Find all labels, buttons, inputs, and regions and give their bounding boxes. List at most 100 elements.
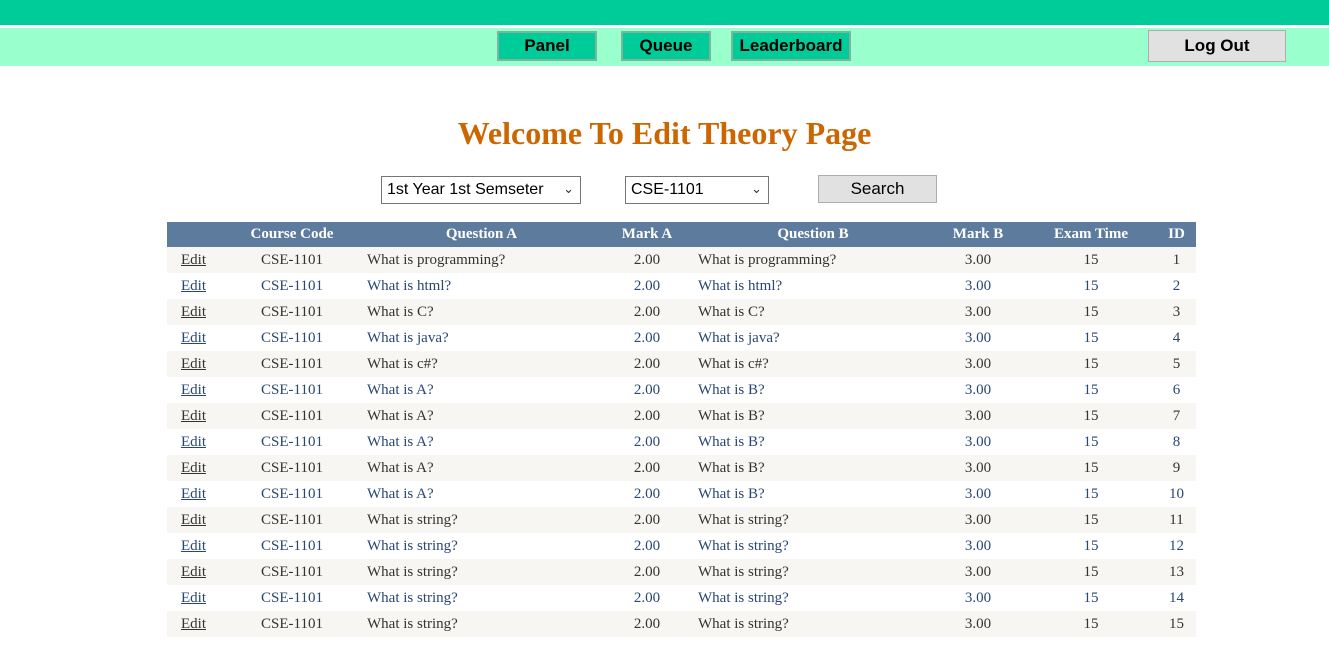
edit-link[interactable]: Edit — [181, 434, 206, 450]
id-cell: 6 — [1157, 377, 1196, 403]
course-code-cell: CSE-1101 — [220, 507, 364, 533]
mark-b-cell: 3.00 — [931, 247, 1025, 273]
mark-a-cell: 2.00 — [599, 351, 695, 377]
mark-b-cell: 3.00 — [931, 585, 1025, 611]
mark-a-cell: 2.00 — [599, 325, 695, 351]
edit-cell: Edit — [167, 429, 220, 455]
table-row: Edit CSE-1101 What is A? 2.00 What is B? 3.00… — [167, 377, 1196, 403]
exam-time-cell: 15 — [1025, 481, 1157, 507]
course-select-value: CSE-1101 — [631, 181, 704, 198]
exam-time-cell: 15 — [1025, 377, 1157, 403]
mark-a-cell: 2.00 — [599, 611, 695, 637]
edit-cell: Edit — [167, 273, 220, 299]
question-b-cell: What is string? — [695, 611, 931, 637]
mark-a-cell: 2.00 — [599, 299, 695, 325]
edit-link[interactable]: Edit — [181, 252, 206, 268]
course-code-cell: CSE-1101 — [220, 429, 364, 455]
queue-button[interactable]: Queue — [621, 31, 711, 61]
table-row: Edit CSE-1101 What is A? 2.00 What is B? 3.00… — [167, 481, 1196, 507]
question-a-cell: What is html? — [364, 273, 599, 299]
edit-link[interactable]: Edit — [181, 278, 206, 294]
course-code-cell: CSE-1101 — [220, 611, 364, 637]
search-button[interactable]: Search — [818, 175, 937, 203]
question-a-cell: What is programming? — [364, 247, 599, 273]
question-a-cell: What is A? — [364, 481, 599, 507]
exam-time-cell: 15 — [1025, 325, 1157, 351]
id-cell: 11 — [1157, 507, 1196, 533]
edit-link[interactable]: Edit — [181, 538, 206, 554]
question-b-cell: What is string? — [695, 585, 931, 611]
table-row: Edit CSE-1101 What is string? 2.00 What is s… — [167, 507, 1196, 533]
edit-cell: Edit — [167, 559, 220, 585]
exam-time-cell: 15 — [1025, 559, 1157, 585]
mark-a-cell: 2.00 — [599, 481, 695, 507]
question-a-cell: What is A? — [364, 429, 599, 455]
logout-button[interactable]: Log Out — [1148, 30, 1286, 62]
edit-cell: Edit — [167, 533, 220, 559]
header-course-code: Course Code — [220, 222, 364, 247]
edit-link[interactable]: Edit — [181, 304, 206, 320]
question-a-cell: What is string? — [364, 585, 599, 611]
id-cell: 14 — [1157, 585, 1196, 611]
mark-b-cell: 3.00 — [931, 429, 1025, 455]
edit-link[interactable]: Edit — [181, 590, 206, 606]
edit-link[interactable]: Edit — [181, 486, 206, 502]
edit-link[interactable]: Edit — [181, 330, 206, 346]
question-a-cell: What is string? — [364, 507, 599, 533]
header-question-b: Question B — [695, 222, 931, 247]
course-code-cell: CSE-1101 — [220, 351, 364, 377]
mark-a-cell: 2.00 — [599, 507, 695, 533]
mark-b-cell: 3.00 — [931, 403, 1025, 429]
course-select[interactable]: CSE-1101 ⌄ — [625, 176, 769, 204]
mark-a-cell: 2.00 — [599, 429, 695, 455]
table-row: Edit CSE-1101 What is A? 2.00 What is B? 3.00… — [167, 429, 1196, 455]
header-exam-time: Exam Time — [1025, 222, 1157, 247]
edit-link[interactable]: Edit — [181, 356, 206, 372]
panel-button[interactable]: Panel — [497, 31, 597, 61]
exam-time-cell: 15 — [1025, 611, 1157, 637]
mark-a-cell: 2.00 — [599, 273, 695, 299]
question-a-cell: What is string? — [364, 611, 599, 637]
id-cell: 12 — [1157, 533, 1196, 559]
edit-link[interactable]: Edit — [181, 382, 206, 398]
table-row: Edit CSE-1101 What is string? 2.00 What is s… — [167, 611, 1196, 637]
semester-select-value: 1st Year 1st Semseter — [387, 181, 544, 198]
question-a-cell: What is A? — [364, 455, 599, 481]
edit-link[interactable]: Edit — [181, 408, 206, 424]
course-code-cell: CSE-1101 — [220, 559, 364, 585]
mark-a-cell: 2.00 — [599, 559, 695, 585]
id-cell: 9 — [1157, 455, 1196, 481]
course-code-cell: CSE-1101 — [220, 403, 364, 429]
chevron-down-icon: ⌄ — [563, 181, 574, 196]
edit-link[interactable]: Edit — [181, 564, 206, 580]
mark-a-cell: 2.00 — [599, 403, 695, 429]
exam-time-cell: 15 — [1025, 429, 1157, 455]
id-cell: 2 — [1157, 273, 1196, 299]
table-body: Edit CSE-1101 What is programming? 2.00 What… — [167, 247, 1196, 637]
exam-time-cell: 15 — [1025, 351, 1157, 377]
exam-time-cell: 15 — [1025, 533, 1157, 559]
chevron-down-icon: ⌄ — [751, 181, 762, 196]
edit-cell: Edit — [167, 585, 220, 611]
edit-link[interactable]: Edit — [181, 616, 206, 632]
course-code-cell: CSE-1101 — [220, 585, 364, 611]
edit-link[interactable]: Edit — [181, 460, 206, 476]
page-title: Welcome To Edit Theory Page — [457, 115, 872, 151]
table-row: Edit CSE-1101 What is html? 2.00 What is htm… — [167, 273, 1196, 299]
exam-time-cell: 15 — [1025, 455, 1157, 481]
table-row: Edit CSE-1101 What is programming? 2.00 What… — [167, 247, 1196, 273]
exam-time-cell: 15 — [1025, 585, 1157, 611]
table-row: Edit CSE-1101 What is string? 2.00 What is s… — [167, 533, 1196, 559]
leaderboard-button[interactable]: Leaderboard — [731, 31, 851, 61]
course-code-cell: CSE-1101 — [220, 481, 364, 507]
question-b-cell: What is c#? — [695, 351, 931, 377]
question-b-cell: What is java? — [695, 325, 931, 351]
edit-link[interactable]: Edit — [181, 512, 206, 528]
semester-select[interactable]: 1st Year 1st Semseter ⌄ — [381, 176, 581, 204]
question-b-cell: What is programming? — [695, 247, 931, 273]
header-mark-b: Mark B — [931, 222, 1025, 247]
header-id: ID — [1157, 222, 1196, 247]
id-cell: 3 — [1157, 299, 1196, 325]
exam-time-cell: 15 — [1025, 403, 1157, 429]
mark-b-cell: 3.00 — [931, 299, 1025, 325]
